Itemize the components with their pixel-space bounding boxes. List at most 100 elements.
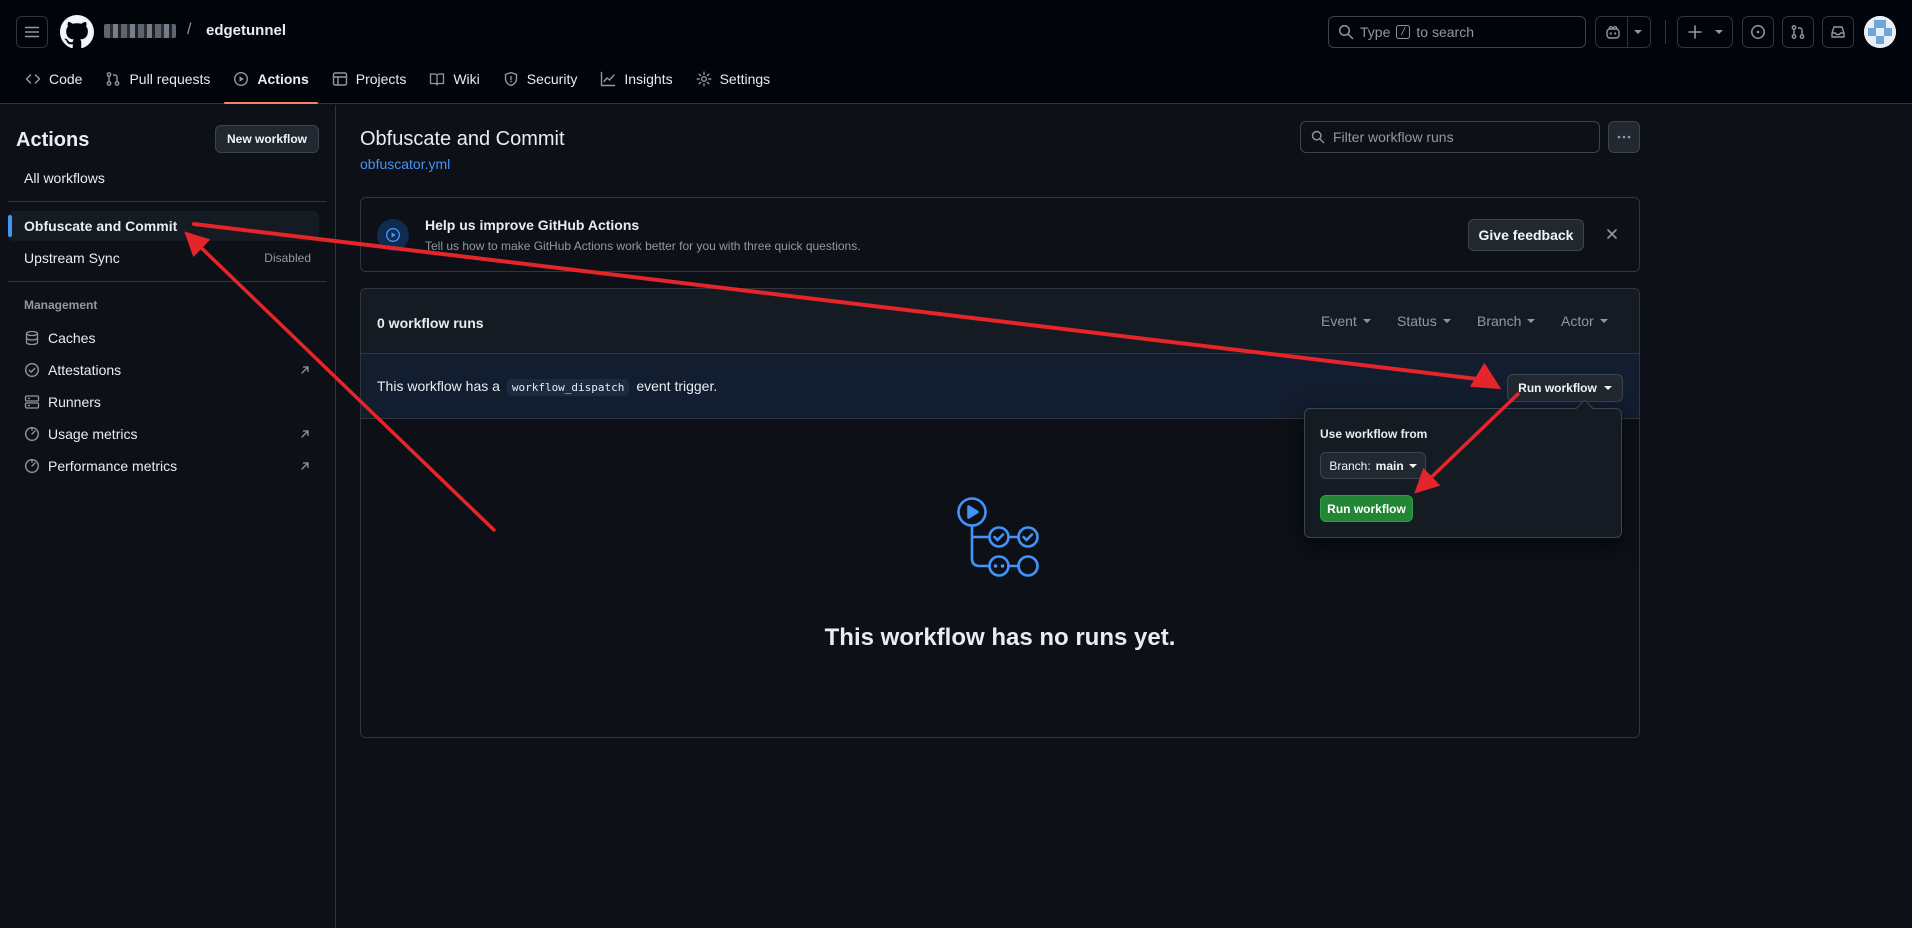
code-icon — [25, 74, 41, 84]
pull-requests-button[interactable] — [1782, 16, 1814, 48]
disabled-label: Disabled — [264, 251, 311, 265]
header-divider — [1665, 20, 1666, 44]
sidebar-item-all-workflows[interactable]: All workflows — [8, 163, 319, 193]
sidebar-item-label: Caches — [48, 330, 96, 346]
give-feedback-button[interactable]: Give feedback — [1468, 219, 1584, 251]
dispatch-text-before: This workflow has a — [377, 378, 500, 394]
tab-label: Insights — [624, 71, 673, 87]
copilot-button[interactable] — [1595, 16, 1651, 48]
git-pull-request-icon — [1791, 25, 1805, 39]
tab-label: Actions — [257, 71, 309, 87]
close-icon[interactable] — [1604, 226, 1620, 242]
arrow-up-right-icon — [301, 430, 309, 438]
chevron-down-icon — [1442, 319, 1451, 323]
kebab-horizontal-icon — [1617, 135, 1631, 139]
filter-label: Event — [1321, 313, 1357, 329]
copilot-icon — [1605, 26, 1620, 39]
filter-label: Branch — [1477, 313, 1522, 329]
tab-pull-requests[interactable]: Pull requests — [96, 62, 219, 96]
tab-projects[interactable]: Projects — [323, 62, 416, 96]
chevron-down-icon — [1633, 30, 1642, 34]
sidebar-item-usage-metrics[interactable]: Usage metrics — [8, 419, 319, 449]
use-workflow-from-label: Use workflow from — [1320, 427, 1428, 441]
inbox-icon — [1831, 26, 1845, 38]
repo-tabs: Code Pull requests Actions Projects Wiki… — [0, 62, 784, 104]
dispatch-text: This workflow has a workflow_dispatch ev… — [377, 378, 718, 396]
shield-icon — [504, 71, 517, 87]
sidebar-divider — [8, 201, 327, 202]
tab-actions[interactable]: Actions — [224, 62, 319, 104]
dispatch-text-after: event trigger. — [636, 378, 718, 394]
search-icon — [1338, 24, 1354, 40]
feedback-text: Tell us how to make GitHub Actions work … — [425, 239, 861, 253]
run-workflow-popover: Use workflow from Branch: main Run workf… — [1304, 408, 1622, 538]
feedback-banner: Help us improve GitHub Actions Tell us h… — [360, 197, 1640, 272]
database-icon — [25, 330, 39, 346]
user-avatar[interactable] — [1864, 16, 1896, 48]
sidebar-item-upstream-sync[interactable]: Upstream Sync Disabled — [8, 243, 319, 273]
search-shortcut-key: / — [1396, 25, 1411, 39]
more-options-button[interactable] — [1608, 121, 1640, 153]
book-icon — [430, 73, 445, 86]
gear-icon — [696, 71, 712, 87]
sidebar-item-label: All workflows — [24, 170, 105, 186]
tab-security[interactable]: Security — [494, 62, 587, 96]
graph-icon — [601, 71, 616, 87]
tab-code[interactable]: Code — [16, 62, 91, 96]
avatar-identicon-icon — [1864, 16, 1896, 48]
chevron-down-icon — [1599, 319, 1608, 323]
table-icon — [332, 72, 347, 86]
filter-placeholder: Filter workflow runs — [1333, 129, 1454, 145]
filter-workflow-runs-input[interactable]: Filter workflow runs — [1300, 121, 1600, 153]
verified-icon — [24, 362, 40, 378]
branch-filter[interactable]: Branch — [1477, 313, 1536, 329]
tab-settings[interactable]: Settings — [687, 62, 780, 96]
sidebar-item-caches[interactable]: Caches — [8, 323, 319, 353]
meter-icon — [24, 458, 40, 474]
run-workflow-label: Run workflow — [1518, 381, 1597, 395]
actor-filter[interactable]: Actor — [1561, 313, 1608, 329]
inbox-button[interactable] — [1822, 16, 1854, 48]
sidebar-title: Actions — [16, 129, 90, 151]
filter-label: Status — [1397, 313, 1437, 329]
run-workflow-submit-button[interactable]: Run workflow — [1320, 495, 1413, 522]
workflow-file-link[interactable]: obfuscator.yml — [360, 156, 450, 172]
menu-button[interactable] — [16, 16, 48, 48]
path-separator: / — [187, 21, 192, 38]
search-icon — [1311, 130, 1325, 144]
tab-label: Security — [526, 71, 578, 87]
hamburger-icon — [25, 26, 39, 38]
tab-insights[interactable]: Insights — [591, 62, 681, 96]
global-search-input[interactable]: Type / to search — [1328, 16, 1586, 48]
event-filter[interactable]: Event — [1321, 313, 1371, 329]
sidebar-item-runners[interactable]: Runners — [8, 387, 319, 417]
run-workflow-dropdown-button[interactable]: Run workflow — [1507, 374, 1623, 402]
status-filter[interactable]: Status — [1397, 313, 1451, 329]
search-suffix: to search — [1416, 24, 1474, 40]
tab-label: Wiki — [453, 71, 480, 87]
runs-header: 0 workflow runs Event Status Branch Acto… — [361, 289, 1639, 354]
tab-wiki[interactable]: Wiki — [420, 62, 488, 96]
sidebar-item-label: Attestations — [48, 362, 122, 378]
feedback-title: Help us improve GitHub Actions — [425, 217, 640, 233]
repo-name-link[interactable]: edgetunnel — [206, 22, 286, 39]
sidebar-item-obfuscate-and-commit[interactable]: Obfuscate and Commit — [8, 211, 319, 241]
server-icon — [24, 395, 40, 409]
sidebar-item-performance-metrics[interactable]: Performance metrics — [8, 451, 319, 481]
sidebar-item-label: Usage metrics — [48, 426, 138, 442]
meter-icon — [24, 426, 40, 442]
new-workflow-button[interactable]: New workflow — [215, 125, 319, 153]
branch-prefix: Branch: — [1329, 458, 1371, 473]
arrow-up-right-icon — [301, 462, 309, 470]
filter-label: Actor — [1561, 313, 1594, 329]
play-icon — [377, 219, 409, 251]
issues-button[interactable] — [1742, 16, 1774, 48]
runs-count: 0 workflow runs — [377, 315, 484, 331]
create-new-button[interactable] — [1677, 16, 1733, 48]
sidebar-item-attestations[interactable]: Attestations — [8, 355, 319, 385]
branch-select-button[interactable]: Branch: main — [1320, 452, 1426, 479]
sidebar-item-label: Performance metrics — [48, 458, 178, 474]
repo-owner-redacted[interactable] — [104, 24, 176, 38]
github-logo-icon[interactable] — [60, 15, 94, 49]
tab-label: Settings — [719, 71, 771, 87]
